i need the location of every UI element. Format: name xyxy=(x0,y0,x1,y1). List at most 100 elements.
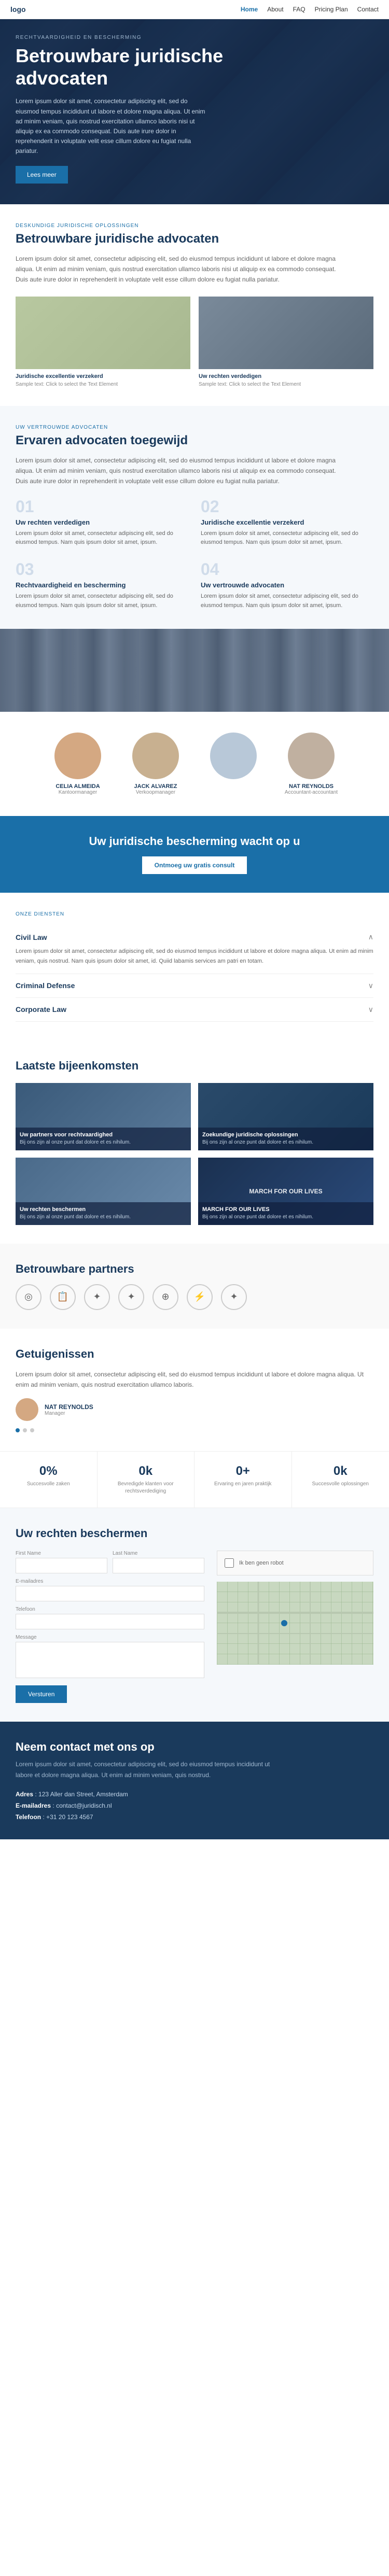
bij-card-2[interactable]: Zoekundige juridische oplossingen Bij on… xyxy=(198,1083,373,1150)
test-avatar xyxy=(16,1398,38,1421)
advocaten-section: UW VERTROUWDE ADVOCATEN Ervaren advocate… xyxy=(0,406,389,629)
nav-faq[interactable]: FAQ xyxy=(293,6,305,13)
hero-section: RECHTVAARDIGHEID EN BESCHERMING Betrouwb… xyxy=(0,19,389,204)
hero-description: Lorem ipsum dolor sit amet, consectetur … xyxy=(16,96,213,156)
stat-num-3: 0+ xyxy=(203,1464,283,1479)
court-banner xyxy=(0,629,389,712)
contact-email-row: E-mailadres : contact@juridisch.nl xyxy=(16,1802,373,1809)
contact-email-label: E-mailadres xyxy=(16,1802,51,1809)
stat-label-4: Succesvolle oplossingen xyxy=(300,1481,381,1488)
bij-card-4[interactable]: MARCH FOR OUR LIVES MARCH FOR OUR LIVES … xyxy=(198,1158,373,1225)
team-avatar-2 xyxy=(132,733,179,779)
diensten-intro-section: DESKUNDIGE JURIDISCHE OPLOSSINGEN Betrou… xyxy=(0,204,389,406)
form-field-phone: Telefoon xyxy=(16,1607,204,1629)
email-input[interactable] xyxy=(16,1586,204,1601)
contact-email-value: contact@juridisch.nl xyxy=(56,1802,112,1809)
advocaten-desc: Lorem ipsum dolor sit amet, consectetur … xyxy=(16,455,348,487)
lastname-input[interactable] xyxy=(113,1558,204,1573)
dienst-title-3: Corporate Law xyxy=(16,1005,66,1013)
adv-item-3: 03 Rechtvaardigheid en bescherming Lorem… xyxy=(16,560,188,610)
contact-address-value: 123 Aller dan Street, Amsterdam xyxy=(38,1791,128,1798)
diensten-images: Juridische excellentie verzekerd Sample … xyxy=(16,297,373,387)
adv-text-3: Lorem ipsum dolor sit amet, consectetur … xyxy=(16,592,188,610)
nav-pricing[interactable]: Pricing Plan xyxy=(315,6,348,13)
img-sample-2: Sample text: Click to select the Text El… xyxy=(199,382,373,387)
img-placeholder-1 xyxy=(16,297,190,369)
nav-logo[interactable]: logo xyxy=(10,5,26,13)
dienst-header-1[interactable]: Civil Law ∧ xyxy=(16,933,373,941)
lastname-label: Last Name xyxy=(113,1551,204,1556)
test-info: NAT REYNOLDS Manager xyxy=(45,1403,93,1416)
firstname-input[interactable] xyxy=(16,1558,107,1573)
recaptcha-label: Ik ben geen robot xyxy=(239,1560,284,1566)
dienst-content-1: Lorem ipsum dolor sit amet, consectetur … xyxy=(16,947,373,966)
cta-button[interactable]: Ontmoeg uw gratis consult xyxy=(142,856,247,874)
partner-icon-4: ✦ xyxy=(118,1284,144,1310)
bij-overlay-2: Zoekundige juridische oplossingen Bij on… xyxy=(198,1128,373,1150)
form-section: Uw rechten beschermen First Name Last Na… xyxy=(0,1508,389,1722)
dienst-item-2: Criminal Defense ∨ xyxy=(16,974,373,998)
adv-num-2: 02 xyxy=(201,497,373,516)
diensten-label: ONZE DIENSTEN xyxy=(16,911,373,917)
team-role-4: Accountant-accountant xyxy=(277,790,345,795)
adv-text-2: Lorem ipsum dolor sit amet, consectetur … xyxy=(201,529,373,547)
partner-icon-6: ⚡ xyxy=(187,1284,213,1310)
nav-links: Home About FAQ Pricing Plan Contact xyxy=(241,6,379,13)
dienst-title-1: Civil Law xyxy=(16,933,47,941)
message-textarea[interactable] xyxy=(16,1642,204,1678)
form-title: Uw rechten beschermen xyxy=(16,1527,373,1540)
team-card-1: CELIA ALMEIDA Kantoormanager xyxy=(44,733,112,795)
dienst-item-1: Civil Law ∧ Lorem ipsum dolor sit amet, … xyxy=(16,925,373,974)
stat-label-3: Ervaring en jaren praktijk xyxy=(203,1481,283,1488)
phone-input[interactable] xyxy=(16,1614,204,1629)
team-name-2: JACK ALVAREZ xyxy=(122,783,189,790)
form-submit-button[interactable]: Versturen xyxy=(16,1685,67,1703)
img-sample-1: Sample text: Click to select the Text El… xyxy=(16,382,190,387)
contact-bottom-desc: Lorem ipsum dolor sit amet, consectetur … xyxy=(16,1759,275,1780)
hero-title: Betrouwbare juridische advocaten xyxy=(16,45,233,89)
test-name: NAT REYNOLDS xyxy=(45,1403,93,1411)
bij-desc-4: Bij ons zijn al onze punt dat dolore et … xyxy=(202,1214,369,1221)
bij-title-4: MARCH FOR OUR LIVES xyxy=(202,1206,369,1213)
bijeenkomsten-grid: Uw partners voor rechtvaardighed Bij ons… xyxy=(16,1083,373,1225)
nav-contact[interactable]: Contact xyxy=(357,6,379,13)
nav-home[interactable]: Home xyxy=(241,6,258,13)
form-field-firstname: First Name xyxy=(16,1551,107,1573)
stat-item-4: 0k Succesvolle oplossingen xyxy=(292,1452,389,1508)
partner-icon-3: ✦ xyxy=(84,1284,110,1310)
email-label: E-mailadres xyxy=(16,1579,204,1584)
bij-desc-3: Bij ons zijn al onze punt dat dolore et … xyxy=(20,1214,187,1221)
bij-overlay-3: Uw rechten beschermen Bij ons zijn al on… xyxy=(16,1202,191,1225)
bij-desc-2: Bij ons zijn al onze punt dat dolore et … xyxy=(202,1139,369,1146)
recaptcha-box[interactable]: Ik ben geen robot xyxy=(217,1551,373,1575)
test-dot-3[interactable] xyxy=(30,1428,34,1432)
img-placeholder-2 xyxy=(199,297,373,369)
bij-overlay-4: MARCH FOR OUR LIVES Bij ons zijn al onze… xyxy=(198,1202,373,1225)
dienst-header-2[interactable]: Criminal Defense ∨ xyxy=(16,981,373,990)
dienst-header-3[interactable]: Corporate Law ∨ xyxy=(16,1005,373,1014)
bij-card-1[interactable]: Uw partners voor rechtvaardighed Bij ons… xyxy=(16,1083,191,1150)
contact-phone-value: +31 20 123 4567 xyxy=(46,1813,93,1821)
bij-card-3[interactable]: Uw rechten beschermen Bij ons zijn al on… xyxy=(16,1158,191,1225)
partner-icon-7: ✦ xyxy=(221,1284,247,1310)
adv-title-4: Uw vertrouwde advocaten xyxy=(201,581,373,589)
team-avatar-1 xyxy=(54,733,101,779)
test-dot-2[interactable] xyxy=(23,1428,27,1432)
nav-about[interactable]: About xyxy=(267,6,283,13)
diensten-section: ONZE DIENSTEN Civil Law ∧ Lorem ipsum do… xyxy=(0,893,389,1040)
contact-address-row: Adres : 123 Aller dan Street, Amsterdam xyxy=(16,1791,373,1798)
stat-num-4: 0k xyxy=(300,1464,381,1479)
adv-item-1: 01 Uw rechten verdedigen Lorem ipsum dol… xyxy=(16,497,188,547)
section-label: DESKUNDIGE JURIDISCHE OPLOSSINGEN xyxy=(16,223,373,229)
adv-num-3: 03 xyxy=(16,560,188,579)
contact-bottom-title: Neem contact met ons op xyxy=(16,1740,373,1754)
testimonials-author: NAT REYNOLDS Manager xyxy=(16,1398,373,1421)
team-grid: CELIA ALMEIDA Kantoormanager JACK ALVARE… xyxy=(16,733,373,795)
adv-title-3: Rechtvaardigheid en bescherming xyxy=(16,581,188,589)
partners-title: Betrouwbare partners xyxy=(16,1262,373,1276)
test-dot-1[interactable] xyxy=(16,1428,20,1432)
form-field-message: Message xyxy=(16,1635,204,1678)
recaptcha-checkbox[interactable] xyxy=(225,1558,234,1568)
hero-button[interactable]: Lees meer xyxy=(16,166,68,184)
dienst-title-2: Criminal Defense xyxy=(16,981,75,990)
